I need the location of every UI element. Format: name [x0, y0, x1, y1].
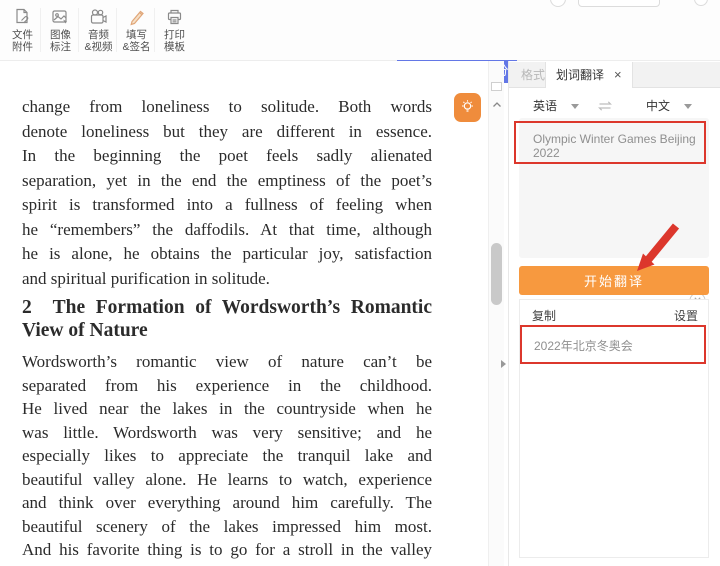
document-line: Wordsworth’s romantic view of nature can… [22, 350, 432, 374]
toolbar-label: 图像 [44, 29, 77, 41]
settings-button[interactable]: 设置 [674, 307, 698, 324]
toolbar-separator [154, 8, 155, 52]
toolbar-label: 标注 [44, 41, 77, 53]
document-line: he “remembers” the daffodils. At that ti… [22, 218, 432, 243]
image-annotation-icon [44, 7, 77, 28]
toolbar-label: 模板 [158, 41, 191, 53]
section-heading: 2 The Formation of Wordsworth’s Romantic… [22, 297, 432, 342]
main-toolbar: 文件 附件 图像 标注 [0, 0, 720, 61]
document-line: beautiful scenery of the lakes impressed… [22, 515, 432, 539]
source-language-select[interactable]: 英语 [519, 96, 593, 114]
swap-languages-icon[interactable] [597, 99, 613, 111]
document-line: separated from his experience in the chi… [22, 374, 432, 398]
toolbar-print-template[interactable]: 打印 模板 [158, 7, 191, 53]
top-cutoff-searchbox[interactable] [578, 0, 660, 7]
document-line: He lived near the lakes in the countrysi… [22, 397, 432, 421]
document-page: change from loneliness to solitude. Both… [0, 61, 488, 566]
paragraph: Wordsworth’s romantic view of nature can… [22, 350, 432, 566]
tab-translate[interactable]: 划词翻译 × [545, 62, 633, 88]
document-line: change from loneliness to solitude. Both… [22, 95, 432, 120]
toolbar-image-annotation[interactable]: 图像 标注 [44, 7, 77, 53]
tab-translate-label: 划词翻译 [556, 62, 604, 89]
document-line: and think over everything around him car… [22, 491, 432, 515]
heading-line: 2 The Formation of Wordsworth’s Romantic [22, 297, 432, 320]
tips-button[interactable] [454, 93, 481, 122]
toolbar-label: 打印 [158, 29, 191, 41]
top-cutoff-circle [694, 0, 708, 6]
target-language-value: 中文 [646, 97, 670, 114]
annotation-box-input [514, 121, 706, 164]
audio-video-icon [82, 7, 115, 28]
annotation-box-result [520, 325, 706, 364]
toolbar-label: 音频 [82, 29, 115, 41]
document-line: spirit is transformed into a fullness of… [22, 193, 432, 218]
document-line: separation, yet in the end the emptiness… [22, 169, 432, 194]
toolbar-separator [78, 8, 79, 52]
collapse-panel-icon[interactable] [500, 356, 508, 368]
document-line: was little. Wordsworth was very sensitiv… [22, 421, 432, 445]
paragraph: change from loneliness to solitude. Both… [22, 95, 432, 291]
result-actions: 复制 设置 [520, 300, 708, 324]
toolbar-separator [116, 8, 117, 52]
scroll-up-icon[interactable] [492, 95, 502, 113]
toolbar-label: 填写 [120, 29, 153, 41]
target-language-select[interactable]: 中文 [629, 96, 709, 114]
document-line-clipped: near the lakes and by the silent street … [22, 562, 432, 566]
document-line: And his favorite thing is to go for a st… [22, 538, 432, 562]
toolbar-label: &视频 [82, 41, 115, 53]
panel-tabbar: 格式 划词翻译 × [509, 62, 720, 88]
toolbar-separator [40, 8, 41, 52]
document-line: and spiritual purification in solitude. [22, 267, 432, 292]
toolbar-fill-sign[interactable]: 填写 &签名 [120, 7, 153, 53]
document-scrollbar[interactable] [488, 61, 504, 566]
scroll-page-box [491, 82, 502, 91]
document-line: denote loneliness but they are different… [22, 120, 432, 145]
source-language-value: 英语 [533, 97, 557, 114]
file-attachment-icon [6, 7, 39, 28]
pdf-editor-window: 文件 附件 图像 标注 [0, 0, 720, 566]
copy-button[interactable]: 复制 [532, 307, 556, 324]
toolbar-file-attachment[interactable]: 文件 附件 [6, 7, 39, 53]
document-line: In the beginning the poet feels sadly al… [22, 144, 432, 169]
chevron-down-icon [571, 98, 579, 112]
chevron-down-icon [684, 98, 692, 112]
close-tab-icon[interactable]: × [614, 62, 622, 88]
document-line: he is alone, he obtains the particular j… [22, 242, 432, 267]
scrollbar-thumb[interactable] [491, 243, 502, 305]
fill-sign-icon [120, 7, 153, 28]
document-line: especially likes to appreciate the tranq… [22, 444, 432, 468]
annotation-arrow [634, 222, 682, 274]
top-cutoff-circle [550, 0, 566, 7]
toolbar-audio-video[interactable]: 音频 &视频 [82, 7, 115, 53]
toolbar-label: &签名 [120, 41, 153, 53]
document-line: beautiful valley alone. He learns to wat… [22, 468, 432, 492]
lightbulb-icon [458, 98, 477, 117]
print-template-icon [158, 7, 191, 28]
heading-line: View of Nature [22, 320, 432, 343]
toolbar-label: 文件 [6, 29, 39, 41]
toolbar-label: 附件 [6, 41, 39, 53]
